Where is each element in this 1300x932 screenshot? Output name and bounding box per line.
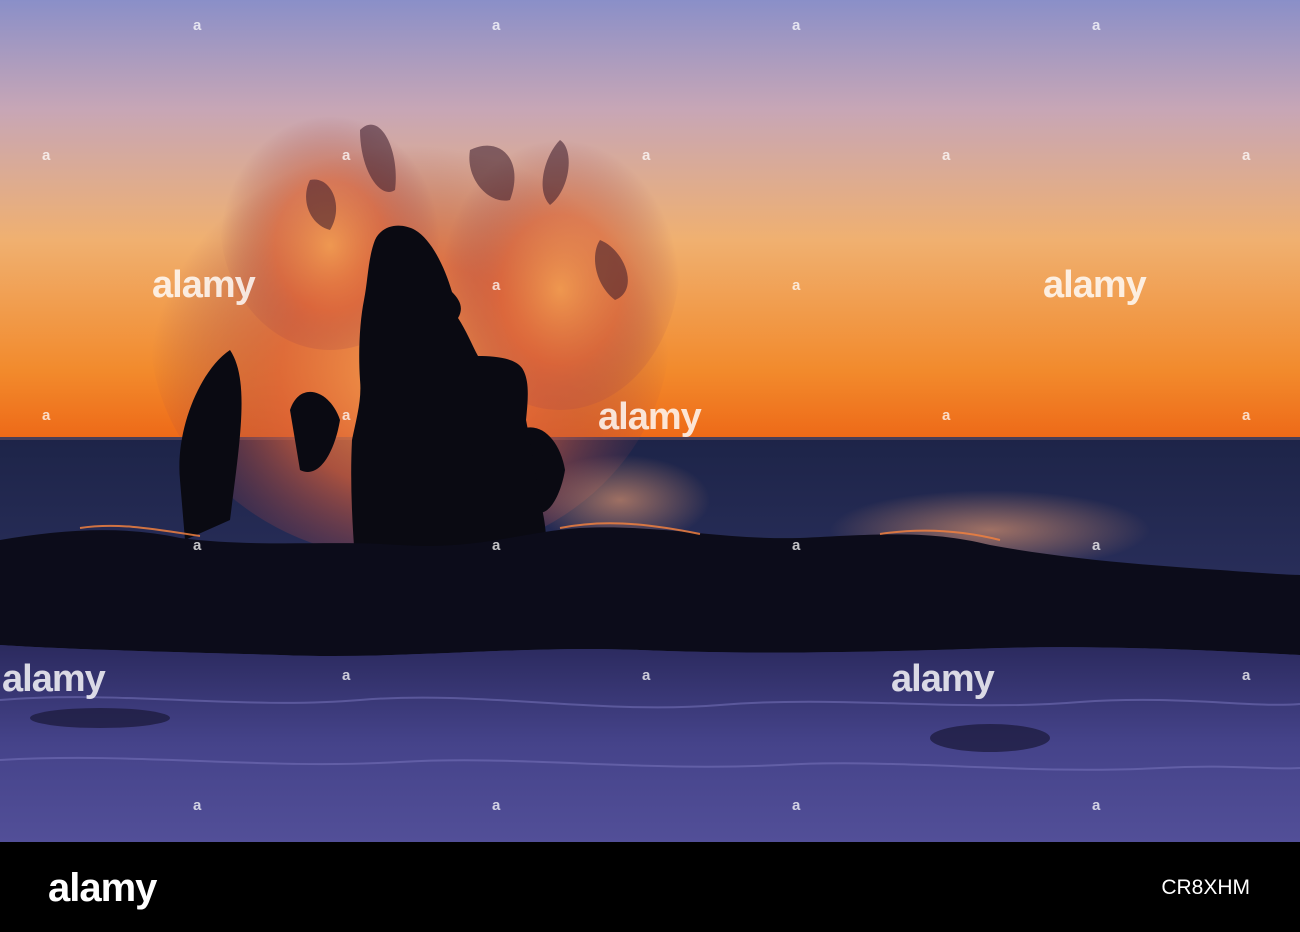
footer-bar: alamy CR8XHM xyxy=(0,842,1300,932)
image-id: CR8XHM xyxy=(1161,876,1250,899)
sunset-sea-stack-photo xyxy=(0,0,1300,842)
alamy-logo: alamy xyxy=(48,866,157,910)
